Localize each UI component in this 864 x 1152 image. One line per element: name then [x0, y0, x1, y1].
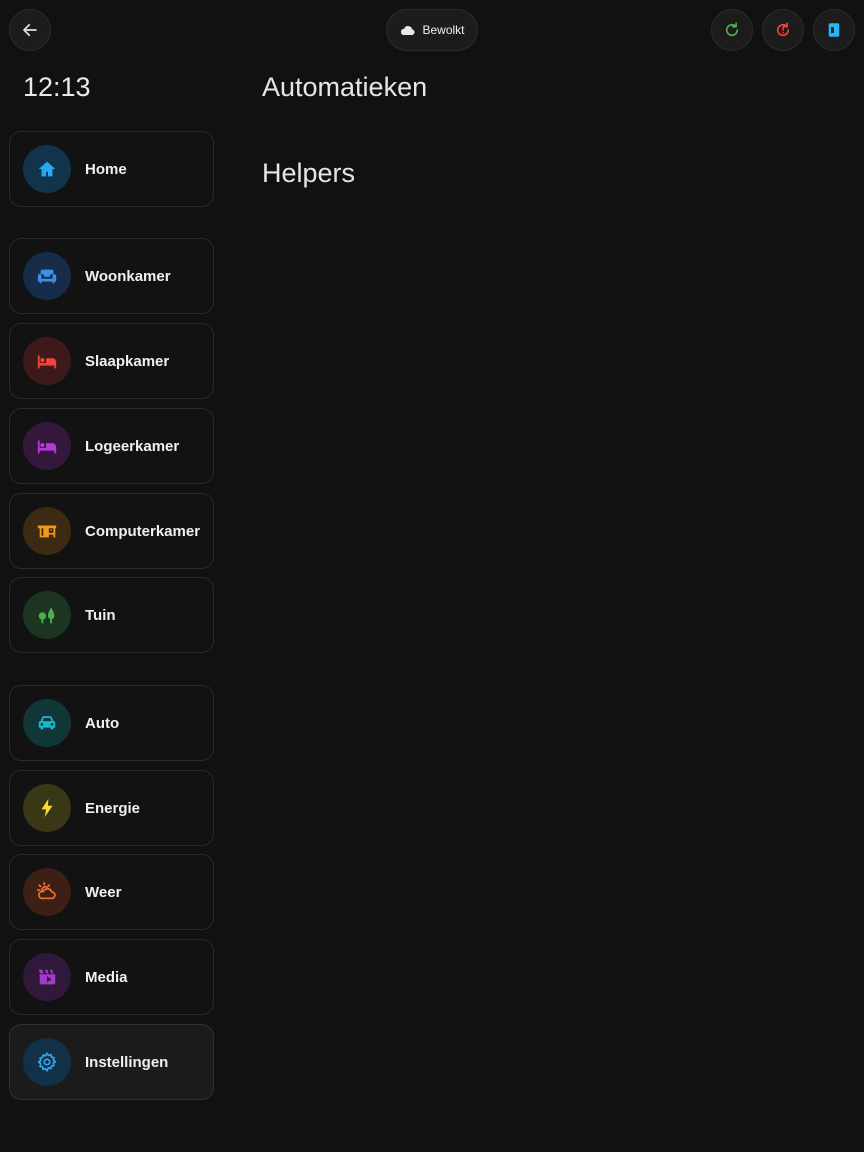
clapperboard-icon — [38, 969, 56, 985]
restart-alert-button[interactable] — [762, 9, 804, 51]
weather-partly-icon — [36, 881, 56, 900]
refresh-icon — [725, 22, 739, 37]
lightning-icon — [41, 798, 53, 818]
lightning-icon-badge — [23, 784, 71, 832]
nav-item-label: Slaapkamer — [85, 352, 170, 370]
car-icon — [38, 716, 56, 730]
refresh-button[interactable] — [711, 9, 753, 51]
weather-chip[interactable]: Bewolkt — [386, 9, 478, 51]
nav-item-instellingen[interactable]: Instellingen — [9, 1024, 214, 1100]
nav-item-label: Media — [85, 968, 128, 986]
nav-item-label: Tuin — [85, 606, 116, 624]
nav-item-logeerkamer[interactable]: Logeerkamer — [9, 408, 214, 484]
panel-icon — [828, 23, 840, 37]
desk-icon-badge — [23, 507, 71, 555]
desk-icon — [37, 525, 57, 538]
bed-icon — [37, 355, 57, 369]
sofa-icon — [37, 269, 57, 284]
bed-icon-badge — [23, 337, 71, 385]
gear-icon — [37, 1052, 57, 1072]
nav-item-label: Woonkamer — [85, 267, 171, 285]
nav-item-media[interactable]: Media — [9, 939, 214, 1015]
nav-item-label: Energie — [85, 799, 141, 817]
home-icon — [38, 161, 56, 177]
arrow-left-icon — [23, 23, 37, 37]
nav-item-label: Weer — [85, 883, 122, 901]
clapperboard-icon-badge — [23, 953, 71, 1001]
automations-heading[interactable]: Automatieken — [262, 72, 427, 103]
nav-item-label: Auto — [85, 714, 120, 732]
panel-button[interactable] — [813, 9, 855, 51]
nav-item-tuin[interactable]: Tuin — [9, 577, 214, 653]
tree-icon — [38, 607, 55, 624]
nav-item-energie[interactable]: Energie — [9, 770, 214, 846]
back-button[interactable] — [9, 9, 51, 51]
bed-guest-icon-badge — [23, 422, 71, 470]
nav-item-label: Computerkamer — [85, 522, 201, 540]
home-icon-badge — [23, 145, 71, 193]
weather-partly-icon-badge — [23, 868, 71, 916]
cloud-icon — [401, 26, 416, 35]
car-icon-badge — [23, 699, 71, 747]
nav-item-auto[interactable]: Auto — [9, 685, 214, 761]
nav-item-label: Logeerkamer — [85, 437, 180, 455]
nav-item-slaapkamer[interactable]: Slaapkamer — [9, 323, 214, 399]
bed-guest-icon — [37, 440, 57, 454]
gear-icon-badge — [23, 1038, 71, 1086]
nav-item-weer[interactable]: Weer — [9, 854, 214, 930]
nav-item-computerkamer[interactable]: Computerkamer — [9, 493, 214, 569]
sofa-icon-badge — [23, 252, 71, 300]
nav-item-label: Home — [85, 160, 127, 178]
nav-item-label: Instellingen — [85, 1053, 169, 1071]
alert-restart-icon — [776, 22, 790, 37]
helpers-heading[interactable]: Helpers — [262, 158, 355, 189]
clock: 12:13 — [23, 72, 91, 102]
tree-icon-badge — [23, 591, 71, 639]
weather-label: Bewolkt — [422, 23, 465, 37]
nav-item-home[interactable]: Home — [9, 131, 214, 207]
nav-item-woonkamer[interactable]: Woonkamer — [9, 238, 214, 314]
